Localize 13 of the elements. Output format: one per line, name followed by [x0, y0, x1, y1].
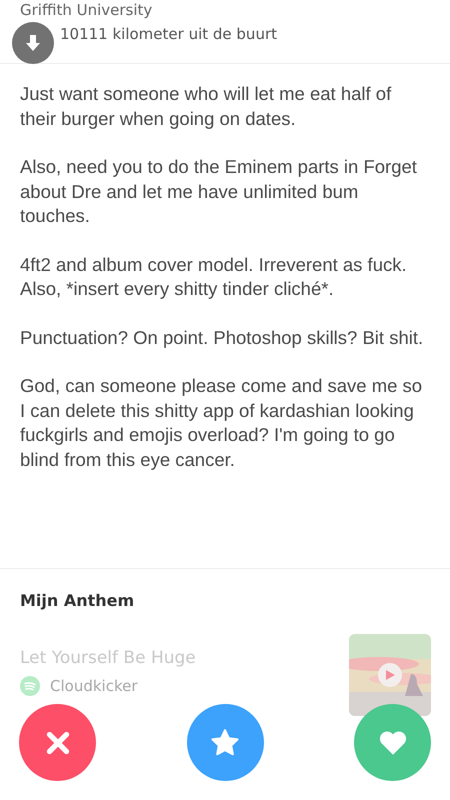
distance-text: 10111 kilometer uit de buurt: [60, 24, 278, 45]
music-service-icon: [20, 676, 40, 696]
arrow-down-icon: [23, 33, 43, 53]
collapse-button[interactable]: [12, 22, 54, 64]
bio-paragraph: Also, need you to do the Eminem parts in Forget about Dre and let me have unlimited bum touches.: [20, 155, 418, 228]
school-text: Griffith University: [20, 0, 154, 20]
bio-paragraph: Punctuation? On point. Photoshop skills? Bit shit.: [20, 326, 424, 350]
bio-paragraph: Just want someone who will let me eat half of their burger when going on dates.: [20, 82, 392, 131]
artist-name: Cloudkicker: [50, 677, 138, 695]
play-icon: [384, 669, 396, 681]
bio-paragraph: 4ft2 and album cover model. Irreverent as fuck. Also, *insert every shitty tinder cliché*.: [20, 252, 408, 301]
section-heading: Mijn Anthem: [20, 591, 136, 610]
bio-paragraph: God, can someone please come and save me so I can delete this shitty app of kardashian looking fuckgirls and emojis overload? I'm going to go blind from this eye cancer.: [20, 374, 424, 472]
